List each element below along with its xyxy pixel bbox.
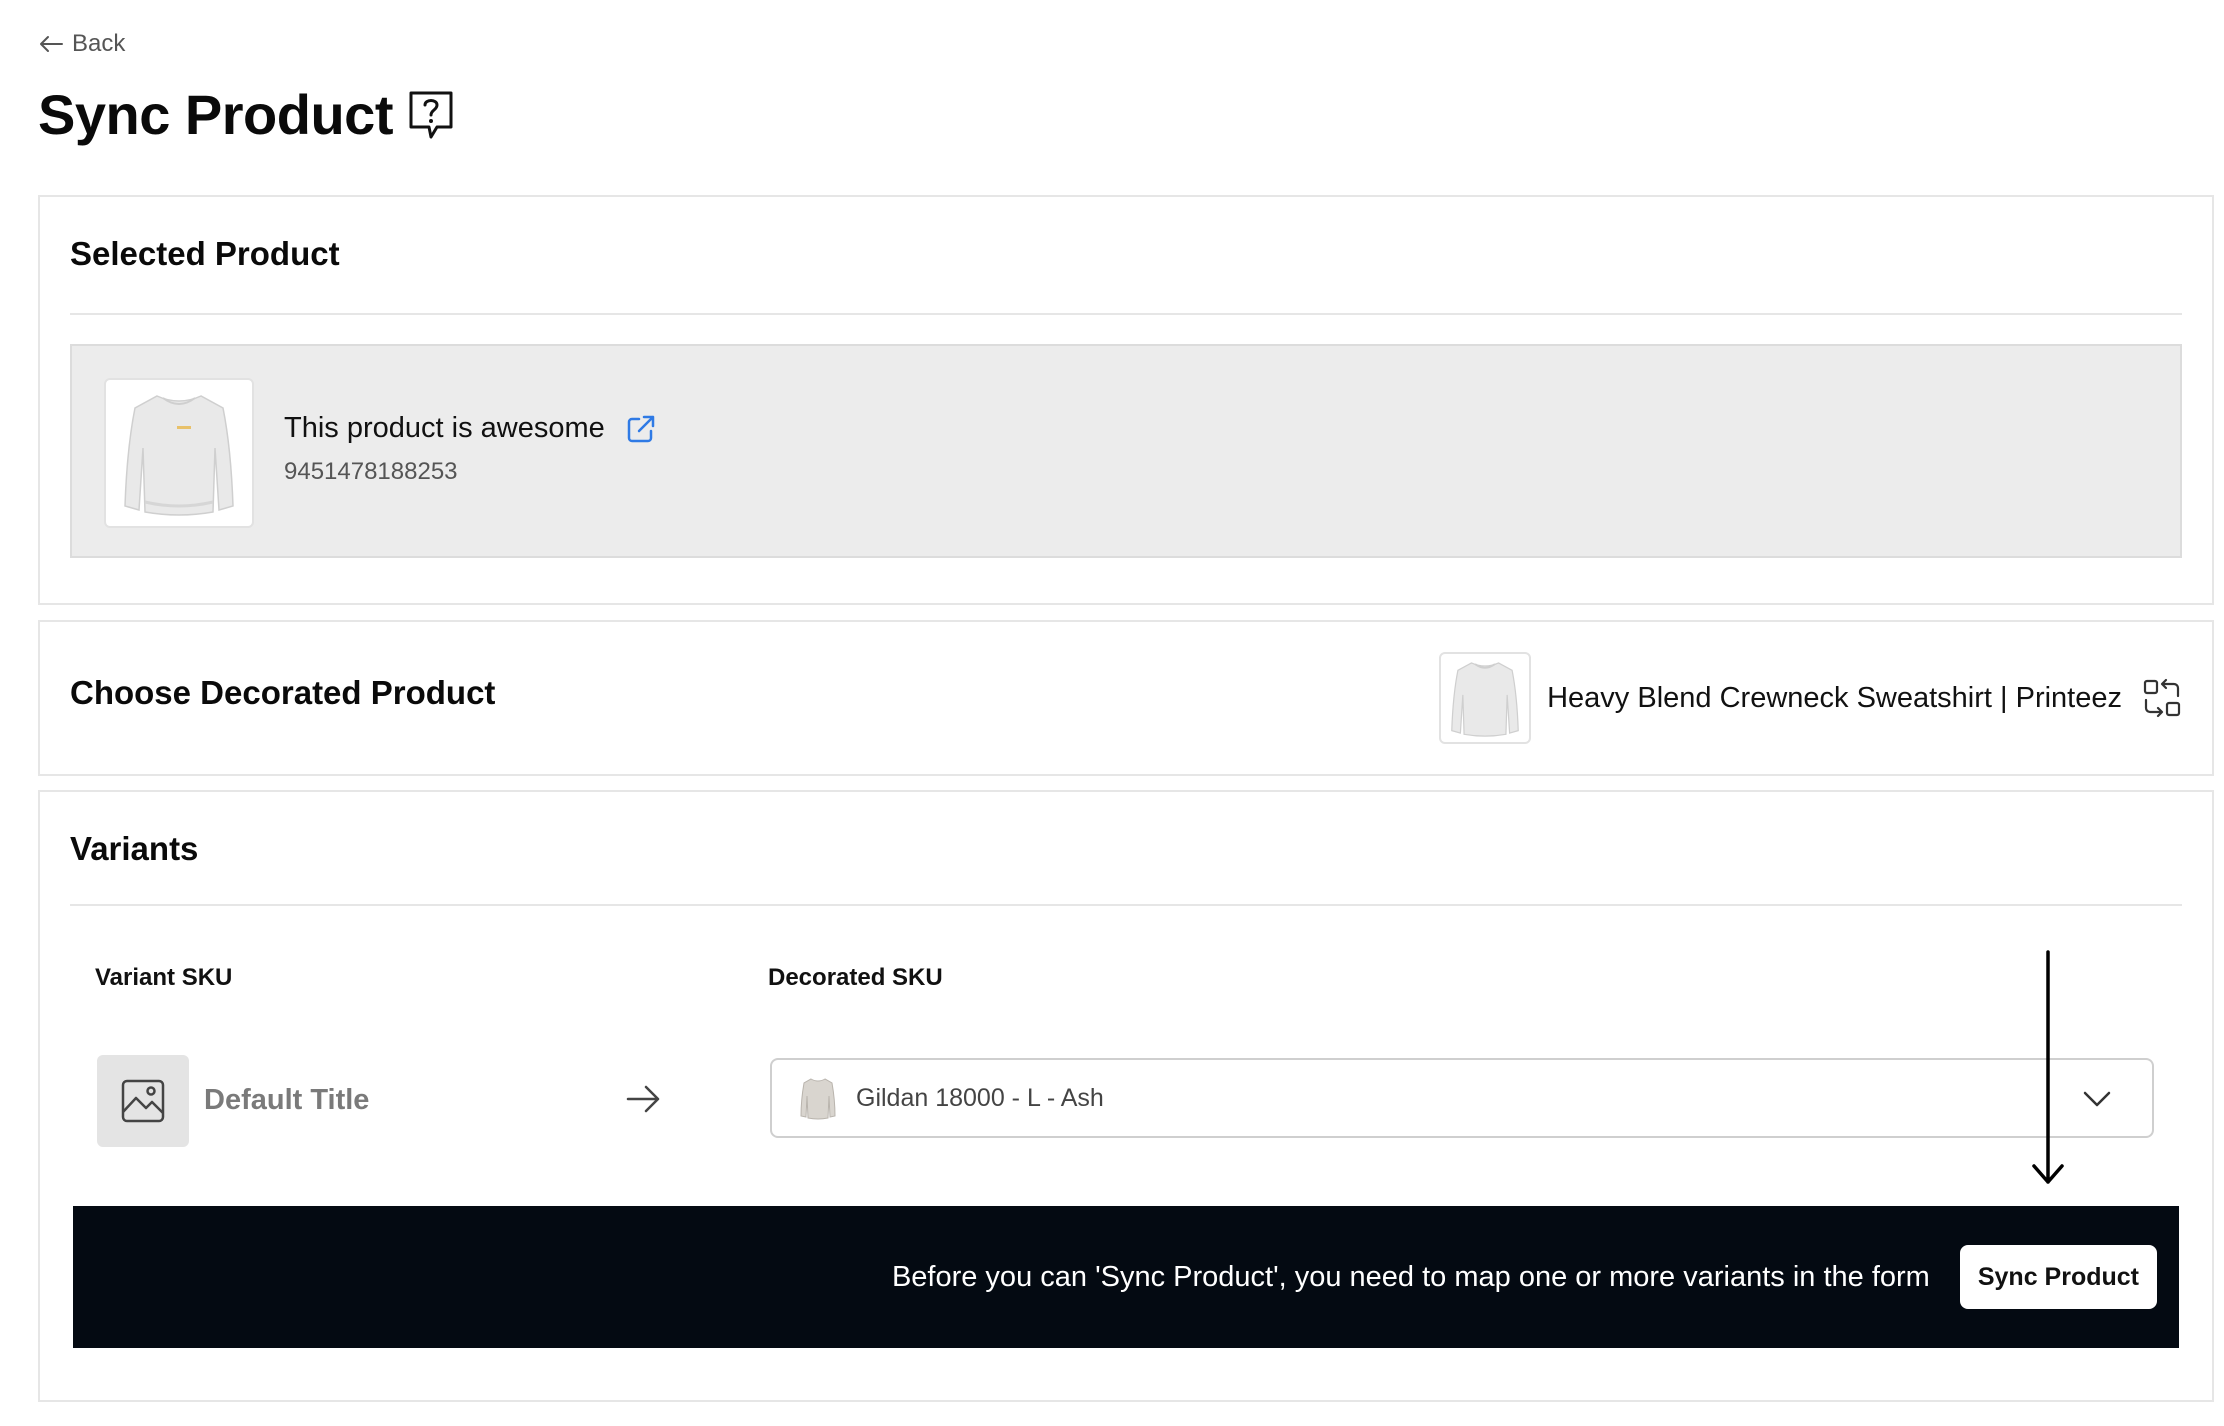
page-title: Sync Product <box>38 83 393 146</box>
back-link[interactable]: Back <box>38 30 125 58</box>
product-name-row: This product is awesome <box>284 412 657 445</box>
variants-heading: Variants <box>70 830 199 867</box>
variants-card: Variants Variant SKU Decorated SKU Defau… <box>38 790 2214 1402</box>
product-thumbnail <box>104 378 254 528</box>
sync-product-button[interactable]: Sync Product <box>1959 1245 2157 1309</box>
page-header: Sync Product <box>38 82 455 147</box>
product-id: 9451478188253 <box>284 458 458 485</box>
variant-title: Default Title <box>204 1084 370 1116</box>
sync-requirement-message: Before you can 'Sync Product', you need … <box>891 1260 1930 1293</box>
image-placeholder-icon <box>121 1079 165 1123</box>
variant-image-placeholder <box>97 1055 189 1147</box>
swap-icon[interactable] <box>2142 678 2182 718</box>
selected-product-panel: This product is awesome 9451478188253 <box>70 344 2182 558</box>
decorated-product-thumbnail <box>1439 652 1532 744</box>
sync-product-banner: Before you can 'Sync Product', you need … <box>73 1206 2179 1348</box>
column-header-variant-sku: Variant SKU <box>95 964 233 991</box>
sweatshirt-image <box>124 395 234 516</box>
arrow-left-icon <box>40 36 63 52</box>
sweatshirt-image <box>800 1078 836 1120</box>
decorated-sku-select[interactable]: Gildan 18000 - L - Ash <box>770 1058 2154 1138</box>
sync-product-page: Back Sync Product Selected Product This <box>0 0 2224 1426</box>
column-header-decorated-sku: Decorated SKU <box>768 964 943 991</box>
back-label: Back <box>72 30 126 57</box>
annotation-arrow-down-icon <box>2032 950 2064 1184</box>
selected-product-heading: Selected Product <box>70 235 340 272</box>
decorated-product-name: Heavy Blend Crewneck Sweatshirt | Printe… <box>1547 681 2122 714</box>
decorated-sku-value: Gildan 18000 - L - Ash <box>856 1083 1104 1112</box>
sweatshirt-image <box>1451 662 1519 737</box>
product-name: This product is awesome <box>284 412 605 444</box>
selected-product-card: Selected Product This product is awesome… <box>38 195 2214 605</box>
decorated-product-selection[interactable]: Heavy Blend Crewneck Sweatshirt | Printe… <box>1439 652 2182 744</box>
help-chat-icon[interactable] <box>407 89 455 141</box>
external-link-icon[interactable] <box>625 413 657 445</box>
decorated-product-heading: Choose Decorated Product <box>70 674 496 711</box>
divider <box>70 313 2182 315</box>
decorated-product-card: Choose Decorated Product Heavy Blend Cre… <box>38 620 2214 776</box>
arrow-right-icon <box>626 1085 660 1113</box>
divider <box>70 904 2182 906</box>
chevron-down-icon <box>2083 1091 2111 1107</box>
